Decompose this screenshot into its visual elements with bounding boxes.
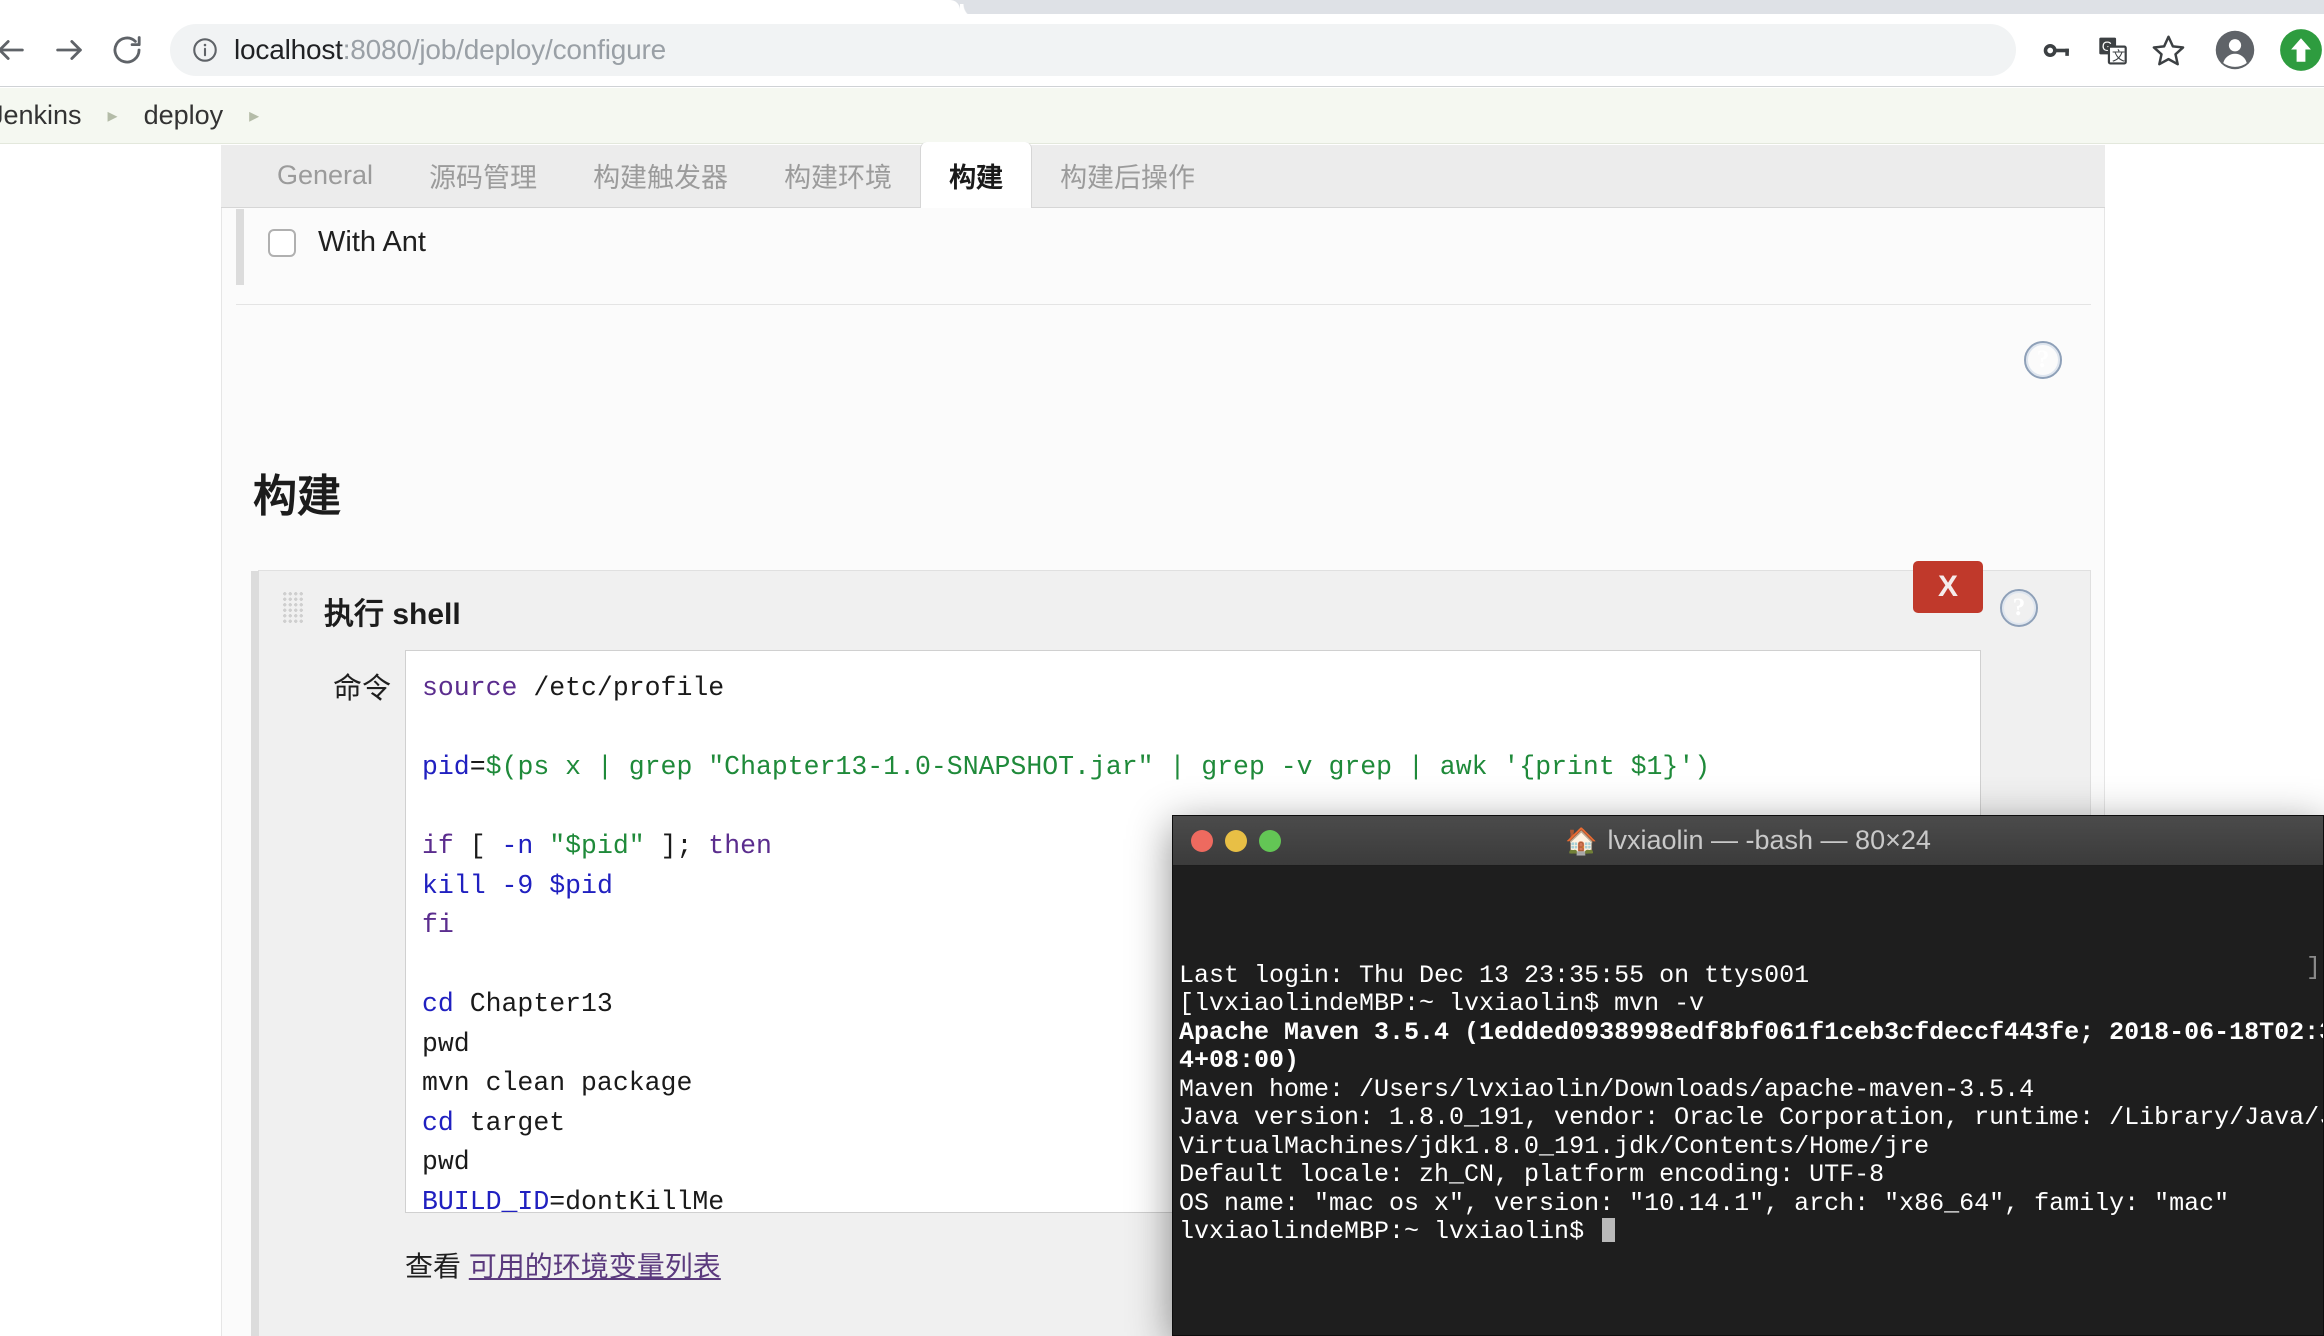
green-upload-extension-icon[interactable] [2268,17,2324,83]
tab-post-build-actions[interactable]: 构建后操作 [1032,144,1223,207]
url-host: localhost [234,34,343,65]
house-icon: 🏠 [1565,825,1598,856]
builder-accent-bar [251,571,259,1336]
terminal-line: Default locale: zh_CN, platform encoding… [1179,1160,1885,1189]
minimize-window-button[interactable] [1225,830,1247,852]
terminal-cursor [1602,1218,1616,1242]
with-ant-control[interactable]: With Ant [268,226,426,259]
reload-icon[interactable] [98,21,156,79]
info-circle-icon[interactable] [188,33,222,67]
terminal-line: Last login: Thu Dec 13 23:35:55 on ttys0… [1179,960,1810,990]
forward-arrow-icon[interactable] [40,21,98,79]
terminal-output[interactable]: ] Last login: Thu Dec 13 23:35:55 on tty… [1173,866,2323,1335]
breadcrumb-bar: Jenkins ▸ deploy ▸ [0,88,2324,144]
page-section-title: 构建 [253,472,341,521]
terminal-line: lvxiaolindeMBP:~ lvxiaolin$ [1179,1217,2317,1247]
help-question-icon[interactable]: ? [2000,589,2038,627]
terminal-line: [lvxiaolindeMBP:~ lvxiaolin$ mvn -v [1179,989,1705,1018]
help-question-icon[interactable]: ? [2024,341,2062,379]
back-arrow-icon[interactable] [0,21,40,79]
url-text: localhost:8080/job/deploy/configure [222,34,666,66]
breadcrumb: Jenkins ▸ deploy ▸ [0,100,285,131]
browser-tab[interactable] [0,0,978,14]
breadcrumb-separator-icon: ▸ [249,105,260,127]
tab-build-triggers[interactable]: 构建触发器 [565,144,756,207]
terminal-line: OS name: "mac os x", version: "10.14.1",… [1179,1188,2230,1218]
env-variables-link[interactable]: 可用的环境变量列表 [469,1251,721,1282]
terminal-edge-marker: ] [2305,953,2321,982]
terminal-line: 4+08:00) [1179,1046,1300,1075]
tab-scm[interactable]: 源码管理 [401,144,565,207]
shell-help-button[interactable]: ? [2000,589,2038,627]
tab-build-environment[interactable]: 构建环境 [756,144,920,207]
terminal-line: Maven home: /Users/lvxiaolin/Downloads/a… [1179,1074,2035,1104]
account-avatar-icon[interactable] [2202,17,2268,83]
terminal-window[interactable]: 🏠 lvxiaolin — -bash — 80×24 ] Last login… [1172,815,2324,1336]
command-field-label: 命令 [333,673,392,705]
url-path: :8080/job/deploy/configure [342,34,666,65]
with-ant-help-button[interactable]: ? [2024,341,2062,379]
tab-general[interactable]: General [249,144,401,207]
drag-grip-icon[interactable] [282,591,304,623]
with-ant-checkbox[interactable] [268,228,296,257]
terminal-title: 🏠 lvxiaolin — -bash — 80×24 [1173,825,2323,856]
builder-title: 执行 shell [324,598,461,631]
breadcrumb-separator-icon: ▸ [107,105,118,127]
zoom-window-button[interactable] [1259,830,1281,852]
breadcrumb-item-deploy[interactable]: deploy [144,100,224,131]
terminal-line: Java version: 1.8.0_191, vendor: Oracle … [1179,1103,2323,1132]
key-icon[interactable] [2028,22,2084,78]
svg-text:文: 文 [2111,48,2124,63]
env-note-prefix: 查看 [405,1251,462,1282]
terminal-line: Apache Maven 3.5.4 (1edded0938998edf8bf0… [1179,1017,2323,1047]
breadcrumb-item-jenkins[interactable]: Jenkins [0,100,82,131]
address-bar[interactable]: localhost:8080/job/deploy/configure [170,24,2016,76]
browser-tabstrip [0,0,2324,14]
browser-toolbar: localhost:8080/job/deploy/configure G 文 [0,14,2324,87]
row-accent-bar [236,209,244,285]
terminal-titlebar[interactable]: 🏠 lvxiaolin — -bash — 80×24 [1173,816,2323,866]
terminal-title-text: lvxiaolin — -bash — 80×24 [1607,825,1931,855]
with-ant-label: With Ant [318,226,426,258]
browser-chrome: localhost:8080/job/deploy/configure G 文 [0,0,2324,88]
config-tab-bar: General 源码管理 构建触发器 构建环境 构建 构建后操作 [221,142,2105,208]
window-controls [1191,830,1281,852]
tab-build[interactable]: 构建 [920,142,1033,208]
terminal-line: VirtualMachines/jdk1.8.0_191.jdk/Content… [1179,1131,1930,1161]
star-icon[interactable] [2140,22,2196,78]
translate-icon[interactable]: G 文 [2084,22,2140,78]
with-ant-row: With Ant [236,209,2091,305]
builder-header [259,571,2090,656]
delete-builder-button[interactable]: X [1913,561,1983,613]
close-window-button[interactable] [1191,830,1213,852]
env-variables-note: 查看 可用的环境变量列表 [405,1245,721,1285]
